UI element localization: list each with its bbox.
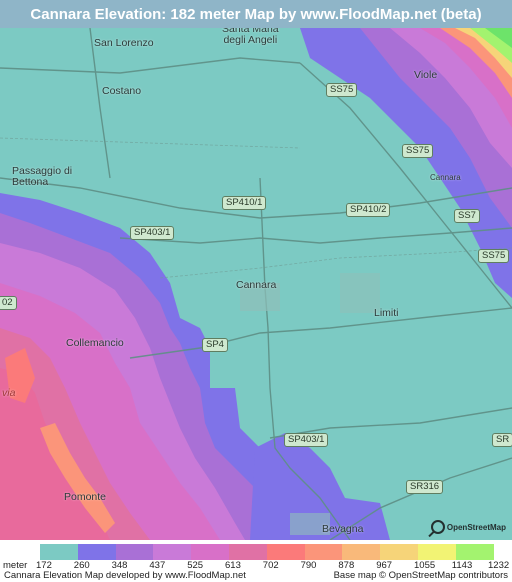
place-costano: Costano: [102, 85, 142, 97]
map-title: Cannara Elevation: 182 meter Map by www.…: [0, 0, 512, 28]
legend-swatch-6: [266, 544, 305, 560]
place-passaggio-di-bettona: Passaggio di Bettona: [12, 165, 73, 188]
legend-swatch-7: [304, 544, 343, 560]
place-santa-maria: Santa Maria degli Angeli: [222, 28, 279, 46]
legend-swatch-10: [417, 544, 456, 560]
road-ss75-a: SS75: [326, 83, 358, 97]
road-ss75-b: SS75: [402, 144, 434, 158]
road-ss75-d: SS75: [478, 249, 510, 263]
road-sp403-1-b: SP403/1: [284, 433, 329, 447]
footer: Cannara Elevation Map developed by www.F…: [0, 570, 512, 582]
legend-swatch-4: [191, 544, 229, 560]
place-viole: Viole: [414, 69, 438, 81]
road-sp410-2: SP410/2: [346, 203, 391, 217]
legend-swatch-8: [342, 544, 381, 560]
footer-credit: Cannara Elevation Map developed by www.F…: [4, 570, 246, 581]
magnifier-icon: [430, 520, 445, 534]
place-cannara-small: Cannara: [430, 173, 461, 182]
place-bevagna: Bevagna: [322, 523, 364, 535]
road-02: 02: [0, 296, 17, 310]
legend-swatch-5: [228, 544, 267, 560]
road-sp4: SP4: [202, 338, 228, 352]
place-san-lorenzo: San Lorenzo: [94, 37, 154, 49]
legend-swatches: [40, 544, 494, 560]
footer-basemap-credit: Base map © OpenStreetMap contributors: [333, 570, 508, 581]
legend-swatch-11: [455, 544, 494, 560]
place-collemancio: Collemancio: [66, 337, 124, 349]
legend-swatch-2: [115, 544, 154, 560]
place-cannara: Cannara: [236, 279, 277, 291]
legend-swatch-0: [40, 544, 78, 560]
road-sr316: SR316: [406, 480, 444, 494]
road-sr-right: SR: [492, 433, 512, 447]
elevation-legend: [0, 540, 512, 560]
road-sp410-1: SP410/1: [222, 196, 267, 210]
legend-swatch-1: [77, 544, 116, 560]
osm-logo-text: OpenStreetMap: [446, 522, 506, 532]
place-limiti: Limiti: [374, 307, 399, 319]
legend-swatch-9: [380, 544, 418, 560]
place-pomonte: Pomonte: [64, 491, 107, 503]
road-ss75-c: SS7: [454, 209, 480, 223]
legend-swatch-3: [153, 544, 192, 560]
road-sp403-1-a: SP403/1: [130, 226, 175, 240]
elevation-map[interactable]: San Lorenzo Santa Maria degli Angeli Vio…: [0, 28, 512, 540]
place-via: via: [2, 387, 16, 399]
openstreetmap-logo: OpenStreetMap: [430, 520, 506, 534]
